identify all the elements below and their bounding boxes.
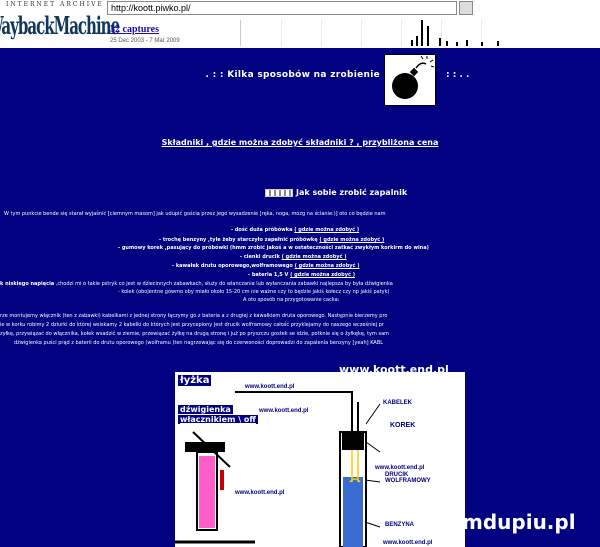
intro-text: W tym punkcie bende się starał wyjaśnić … <box>4 211 386 217</box>
flag-icon <box>265 188 293 197</box>
date-range: 25 Dec 2003 - 7 Mar 2009 <box>110 38 180 44</box>
nav-links[interactable]: Składniki , gdzie można zdobyć składniki… <box>0 138 600 147</box>
where-link[interactable]: ( gdzie można zdobyć ) <box>294 227 359 233</box>
switch-note: k niskiego napięcia ,chodzi mi o takie p… <box>0 281 393 287</box>
where-link[interactable]: ( gdzie można zdobyć ) <box>282 254 347 260</box>
switch-off-label: włacznikiem \ off <box>178 415 258 424</box>
wayback-toolbar: INTERNET ARCHIVE WaybackMachine http://k… <box>0 0 600 48</box>
drucik-label: DRUCIK WOLFRAMOWY <box>385 472 431 484</box>
lever-label: dźwigienka <box>178 405 233 414</box>
list-item: - bateria 1,5 V ( gdzie można zdobyć ) <box>248 272 355 278</box>
wayback-logo[interactable]: WaybackMachine <box>0 9 120 43</box>
section-title-text: Jak sobie zrobić zapalnik <box>296 188 408 197</box>
wayback-logo-text: WaybackMachine <box>0 11 120 41</box>
prep-line: A oto sposób na przygotowanie cacka: <box>243 297 340 303</box>
bomb-icon <box>384 54 436 106</box>
paragraph-line: dźwigienka puści prąd z baterii do drutu… <box>14 340 384 346</box>
captures-link[interactable]: 32 captures <box>110 24 159 35</box>
list-item: - kawałek drutu oporowego,wolframowego (… <box>172 263 360 269</box>
benzyna-label: BENZYNA <box>385 522 415 528</box>
list-item: - cienki drucik ( gdzie można zdobyć ) <box>240 254 347 260</box>
capture-sparkline[interactable] <box>240 20 540 46</box>
watermark: mdupiu.pl <box>462 510 576 534</box>
korek-label: KOREK <box>390 422 416 429</box>
diagram-caption-small: www.koott.end.pl <box>383 540 433 546</box>
spoon-label: łyżka <box>178 375 212 386</box>
kabelek-label: KABELEK <box>383 400 413 406</box>
page-title: . : : Kilka sposobów na zrobienie <box>0 70 380 80</box>
internet-archive-label: INTERNET ARCHIVE <box>6 1 104 8</box>
list-item: - gumowy korek ,pasujący do próbówki (hm… <box>118 245 429 251</box>
diagram-caption-small: www.koott.end.pl <box>375 465 425 471</box>
section-title: Jak sobie zrobić zapalnik <box>265 188 407 197</box>
where-link[interactable]: ( gdzie można zdobyć ) <box>295 263 360 269</box>
diagram-caption-small: www.koott.end.pl <box>259 408 309 414</box>
title-suffix: : : . . <box>446 70 470 80</box>
diagram-caption-small: www.koott.end.pl <box>235 490 285 496</box>
url-input[interactable]: http://koott.piwko.pl/ <box>107 1 457 15</box>
list-item: - trochę benzyny ,tyle żeby starczyło za… <box>159 237 385 243</box>
where-link[interactable]: ( gdzie można zdobyć ) <box>319 237 384 243</box>
go-button[interactable] <box>459 1 473 15</box>
diagram-drawing <box>175 391 381 547</box>
paragraph-line: zyłkę, przywiązać do włącznika, kołek ws… <box>0 331 390 337</box>
paragraph-line: rze montujemy włącznik (ten z zabawki) k… <box>0 313 388 319</box>
page-title-text: . : : Kilka sposobów na zrobienie <box>205 70 380 80</box>
where-link[interactable]: ( gdzie można zdobyć ) <box>290 272 355 278</box>
diagram-caption-small: www.koott.end.pl <box>245 384 295 390</box>
igniter-diagram: łyżka dźwigienka włacznikiem \ off www.k… <box>175 372 465 547</box>
list-item: - dość duża próbówka ( gdzie można zdoby… <box>231 227 360 233</box>
cork-line: - kolek (obojentne gówmo oby miało około… <box>118 289 390 295</box>
paragraph-line: ie w korku robimy 2 dziurki do której ws… <box>0 322 384 328</box>
